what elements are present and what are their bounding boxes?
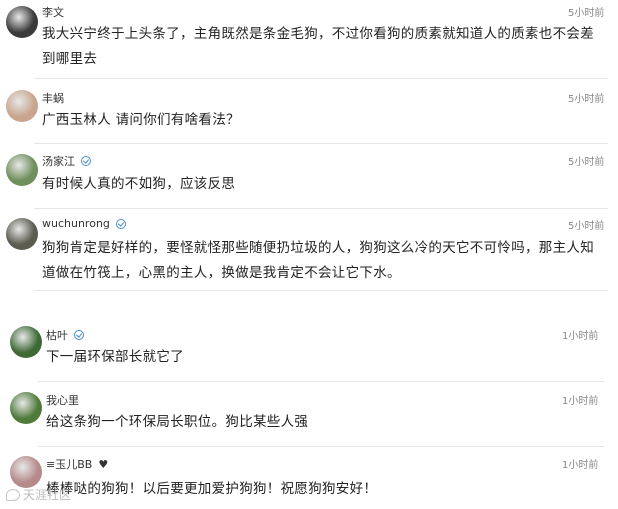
comment-username[interactable]: ≡玉儿BB ♥ <box>46 456 108 472</box>
heart-icon: ♥ <box>98 457 109 471</box>
comment-text: 我大兴宁终于上头条了，主角既然是条金毛狗，不过你看狗的质素就知道人的质素也不会差… <box>42 26 594 67</box>
comment-time: 1小时前 <box>562 460 599 471</box>
divider <box>38 446 604 447</box>
comment-text: 狗狗肯定是好样的，要怪就怪那些随便扔垃圾的人，狗狗这么冷的天它不可怜吗，那主人知… <box>42 240 594 281</box>
comment-text: 有时候人真的不如狗，应该反思 <box>42 176 236 192</box>
comment-time: 5小时前 <box>568 94 605 105</box>
avatar[interactable] <box>6 90 38 122</box>
comment-time: 5小时前 <box>568 157 605 168</box>
comment-username[interactable]: 汤家江 <box>42 153 91 169</box>
avatar[interactable] <box>10 326 42 358</box>
comment-text: 下一届环保部长就它了 <box>46 349 184 365</box>
comment-text: 广西玉林人 请问你们有啥看法？ <box>42 112 240 128</box>
divider <box>38 381 604 382</box>
comment-time: 1小时前 <box>562 396 599 407</box>
avatar[interactable] <box>10 392 42 424</box>
avatar[interactable] <box>6 218 38 250</box>
comment-username[interactable]: 我心里 <box>46 392 79 408</box>
avatar[interactable] <box>6 6 38 38</box>
divider <box>34 208 608 209</box>
avatar[interactable] <box>6 154 38 186</box>
comment-time: 5小时前 <box>568 221 605 232</box>
comment-time: 1小时前 <box>562 331 599 342</box>
verified-badge-icon <box>115 218 126 229</box>
watermark-text: 天涯社区 <box>23 488 72 502</box>
watermark-logo-icon <box>6 488 20 501</box>
comment-text: 给这条狗一个环保局长职位。狗比某些人强 <box>46 414 309 430</box>
comment-username[interactable]: wuchunrong <box>42 217 126 230</box>
comment-username[interactable]: 枯叶 <box>46 327 84 343</box>
comment-time: 5小时前 <box>568 8 605 19</box>
divider <box>34 78 608 79</box>
comment-username[interactable]: 丰蜗 <box>42 90 64 106</box>
comment-text: 棒棒哒的狗狗！以后要更加爱护狗狗！祝愿狗狗安好！ <box>46 481 378 497</box>
comment-username[interactable]: 李文 <box>42 4 64 20</box>
divider <box>34 143 608 144</box>
avatar[interactable] <box>10 456 42 488</box>
divider <box>34 290 608 291</box>
verified-badge-icon <box>81 156 91 166</box>
watermark: 天涯社区 <box>6 486 71 503</box>
verified-badge-icon <box>74 330 84 340</box>
